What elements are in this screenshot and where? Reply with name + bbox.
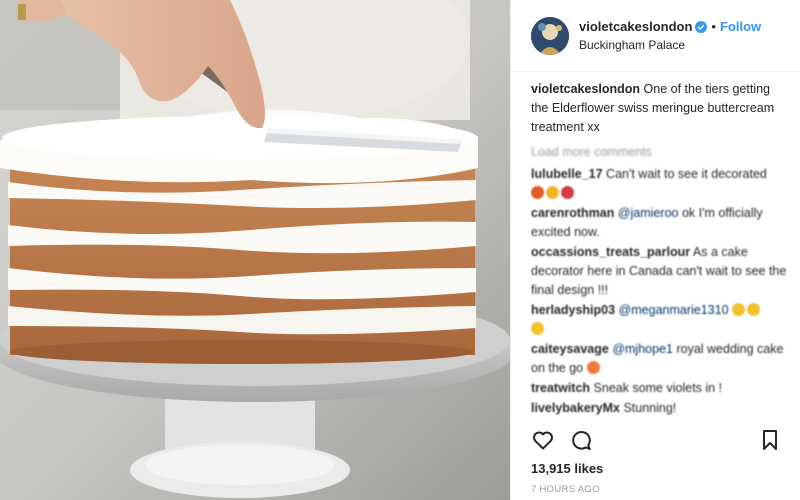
heart-icon[interactable]: [531, 428, 555, 452]
location-link[interactable]: Buckingham Palace: [579, 38, 761, 52]
heart-emoji-icon: [561, 186, 574, 199]
comment-username[interactable]: caiteysavage: [531, 342, 609, 356]
comment-item: herladyship03 @meganmarie1310: [531, 301, 790, 339]
comment-text: Sneak some violets in !: [593, 381, 723, 395]
heart-emoji-icon: [531, 186, 544, 199]
username-link[interactable]: violetcakeslondon: [579, 19, 692, 34]
load-more-comments-button[interactable]: Load more comments: [531, 143, 790, 162]
bookmark-icon[interactable]: [758, 428, 782, 452]
comment-item: lulubelle_17 Can't wait to see it decora…: [531, 165, 790, 203]
cake-photo-illustration: [0, 0, 510, 500]
face-emoji-icon: [531, 322, 544, 335]
face-emoji-icon: [732, 303, 746, 316]
comment-item: occassions_treats_parlour As a cake deco…: [531, 243, 790, 300]
comment-item: caiteysavage @mjhope1 royal wedding cake…: [531, 340, 790, 378]
avatar-image: [531, 16, 569, 55]
comment-mention[interactable]: @meganmarie1310: [619, 303, 729, 317]
comment-username[interactable]: occassions_treats_parlour: [531, 245, 690, 259]
face-emoji-icon: [747, 303, 761, 316]
comment-username[interactable]: lulubelle_17: [531, 167, 603, 181]
likes-count[interactable]: 13,915 likes: [531, 461, 603, 476]
header-top-row: violetcakeslondon • Follow: [579, 19, 761, 34]
separator-dot: •: [711, 19, 716, 34]
verified-badge-icon: [695, 20, 708, 33]
comment-item: livelybakeryMx Stunning!: [531, 399, 790, 418]
face-emoji-icon: [586, 361, 600, 374]
heart-emoji-icon: [546, 186, 559, 199]
comment-mention[interactable]: @jamieroo: [618, 206, 679, 220]
caption: violetcakeslondon One of the tiers getti…: [531, 80, 790, 137]
header-text: violetcakeslondon • Follow Buckingham Pa…: [579, 19, 761, 52]
post-header: violetcakeslondon • Follow Buckingham Pa…: [511, 0, 800, 72]
post-sidebar: violetcakeslondon • Follow Buckingham Pa…: [510, 0, 800, 500]
comment-username[interactable]: treatwitch: [531, 381, 590, 395]
comment-username[interactable]: herladyship03: [531, 303, 615, 317]
post-timestamp: 7 HOURS AGO: [531, 484, 600, 495]
comment-item: carenrothman @jamieroo ok I'm officially…: [531, 204, 790, 242]
comment-mention[interactable]: @mjhope1: [612, 342, 673, 356]
comment-item: treatwitch Sneak some violets in !: [531, 379, 790, 398]
follow-button[interactable]: Follow: [720, 19, 761, 34]
instagram-post: violetcakeslondon • Follow Buckingham Pa…: [0, 0, 800, 500]
comment-username[interactable]: carenrothman: [531, 206, 614, 220]
comments-section: violetcakeslondon One of the tiers getti…: [531, 80, 790, 419]
comment-text: Stunning!: [623, 401, 677, 415]
caption-username[interactable]: violetcakeslondon: [531, 82, 640, 96]
comment-text: Can't wait to see it decorated: [606, 167, 767, 181]
action-bar: [531, 427, 782, 453]
comment-bubble-icon[interactable]: [569, 428, 593, 452]
comment-username[interactable]: livelybakeryMx: [531, 401, 620, 415]
post-photo[interactable]: [0, 0, 510, 500]
avatar[interactable]: [531, 16, 569, 55]
